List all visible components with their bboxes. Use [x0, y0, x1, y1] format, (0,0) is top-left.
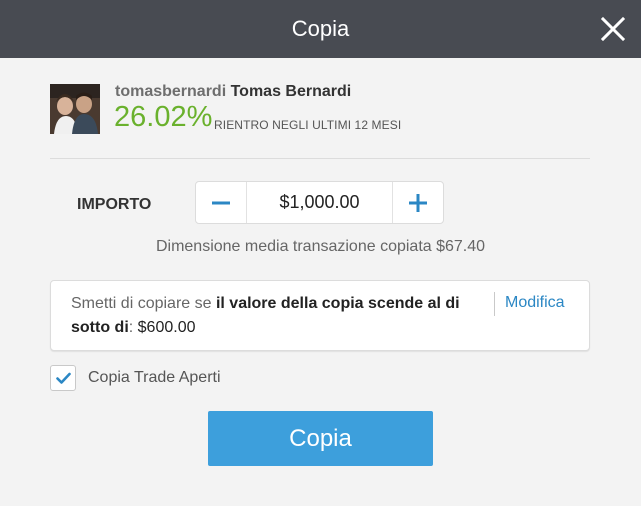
- close-icon: [601, 17, 625, 41]
- decrease-amount-button[interactable]: [196, 182, 247, 223]
- minus-icon: [212, 201, 230, 205]
- edit-stop-loss-link[interactable]: Modifica: [505, 294, 565, 312]
- trader-full-name: Tomas Bernardi: [230, 83, 352, 100]
- avg-trade-size: Dimensione media transazione copiata $67…: [0, 238, 641, 256]
- amount-stepper: $1,000.00: [195, 181, 444, 224]
- trader-gain: 26.02%: [114, 101, 213, 133]
- copy-open-trades-label[interactable]: Copia Trade Aperti: [88, 369, 221, 387]
- dialog-title: Copia: [291, 16, 350, 41]
- increase-amount-button[interactable]: [392, 182, 443, 223]
- stop-loss-text: Smetti di copiare se il valore della cop…: [71, 292, 471, 340]
- amount-label: IMPORTO: [77, 196, 152, 213]
- trader-avatar: [50, 84, 100, 134]
- stop-loss-box: Smetti di copiare se il valore della cop…: [50, 280, 590, 351]
- trader-name-line: tomasbernardi Tomas Bernardi: [115, 83, 351, 101]
- checkmark-icon: [56, 372, 71, 384]
- copy-open-trades-checkbox[interactable]: [50, 365, 76, 391]
- close-button[interactable]: [601, 17, 625, 41]
- stop-loss-separator: :: [128, 319, 138, 336]
- divider: [50, 158, 590, 159]
- avg-trade-size-text: Dimensione media transazione copiata $67…: [155, 238, 486, 255]
- stop-loss-intro: Smetti di copiare se: [71, 295, 216, 312]
- dialog-header: Copia: [0, 0, 641, 58]
- stop-loss-value: $600.00: [137, 319, 196, 336]
- gain-caption: RIENTRO NEGLI ULTIMI 12 MESI: [214, 118, 402, 132]
- stop-loss-separator-line: [494, 292, 495, 316]
- trader-username[interactable]: tomasbernardi: [115, 83, 226, 100]
- plus-icon: [409, 194, 427, 212]
- amount-input[interactable]: $1,000.00: [246, 182, 393, 223]
- copy-button[interactable]: Copia: [208, 411, 433, 466]
